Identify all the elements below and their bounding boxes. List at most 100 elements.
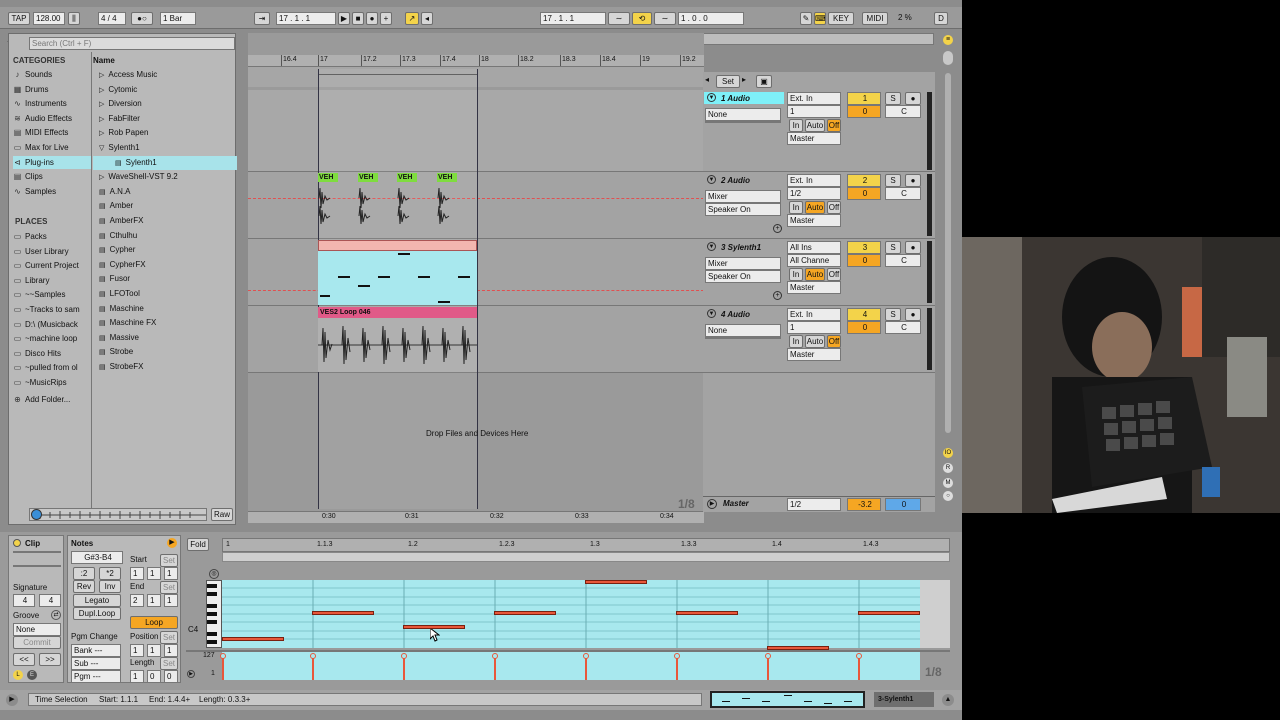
place-item[interactable]: ▭ ~pulled from ol <box>13 361 91 374</box>
category-drums[interactable]: ▦ Drums <box>13 83 91 96</box>
position-sixteenth[interactable]: 1 <box>164 644 178 657</box>
track-fold-icon[interactable]: ▼ <box>707 93 716 102</box>
place-item[interactable]: ▭ ~machine loop <box>13 332 91 345</box>
place-item[interactable]: ▭ Packs <box>13 230 91 243</box>
position-beat[interactable]: 1 <box>147 644 161 657</box>
length-set-button[interactable]: Set <box>160 657 178 670</box>
master-fold-icon[interactable]: ▶ <box>707 499 717 509</box>
add-folder-button[interactable]: ⊕ Add Folder... <box>13 393 91 406</box>
monitor-off-button[interactable]: Off <box>827 119 841 132</box>
velocity-lane[interactable] <box>222 652 920 680</box>
pan-field[interactable]: C <box>885 254 921 267</box>
track-activator[interactable]: 2 <box>847 174 881 187</box>
velocity-stem[interactable] <box>767 656 769 680</box>
midi-note[interactable] <box>494 611 556 615</box>
vertical-scrollbar[interactable]: ≡ IO R M ○ <box>941 33 955 503</box>
launch-toggle-icon[interactable]: L <box>13 670 23 680</box>
audio-clip-waveform[interactable] <box>437 184 457 225</box>
start-bar[interactable]: 1 <box>130 567 144 580</box>
solo-button[interactable]: S <box>885 308 901 321</box>
midi-note[interactable] <box>403 625 465 629</box>
selected-track-display[interactable]: 3-Sylenth1 <box>874 692 934 707</box>
beat-ruler[interactable]: 16.4 17 17.2 17.3 17.4 18 18.2 18.3 18.4 19 19.2 <box>248 55 704 67</box>
punch-out-icon[interactable]: ∼ <box>654 12 676 25</box>
input-type-dropdown[interactable]: Ext. In <box>787 92 841 105</box>
browser-item[interactable]: ▤ LFOTool <box>93 287 237 301</box>
add-device-icon[interactable]: + <box>773 224 782 233</box>
invert-button[interactable]: Inv <box>99 580 121 593</box>
midi-note[interactable] <box>585 580 647 584</box>
solo-button[interactable]: S <box>885 241 901 254</box>
place-item[interactable]: ▭ ~~Samples <box>13 288 91 301</box>
browser-item[interactable]: ▤ Amber <box>93 199 237 213</box>
input-type-dropdown[interactable]: All Ins <box>787 241 841 254</box>
midi-clip-body[interactable] <box>318 251 477 305</box>
groove-hot-swap-icon[interactable]: ⇄ <box>51 610 61 620</box>
arm-button[interactable]: ● <box>905 308 921 321</box>
browser-item[interactable]: ▤ Strobe <box>93 345 237 359</box>
monitor-off-button[interactable]: Off <box>827 201 841 214</box>
loop-marker-icon[interactable]: ◎ <box>209 569 219 579</box>
track-monitor-dropdown[interactable]: Speaker On <box>705 270 781 283</box>
preview-icon[interactable] <box>31 509 42 520</box>
loop-start-field[interactable]: 17 . 1 . 1 <box>540 12 606 25</box>
track-monitor-dropdown[interactable]: Speaker On <box>705 203 781 216</box>
place-item[interactable]: ▭ ~MusicRips <box>13 376 91 389</box>
monitor-auto-button[interactable]: Auto <box>805 119 825 132</box>
track-sub-dropdown[interactable]: None <box>705 108 781 121</box>
velocity-stem[interactable] <box>403 656 405 680</box>
loop-length-field[interactable]: 1 . 0 . 0 <box>678 12 744 25</box>
bank-field[interactable]: Bank --- <box>71 644 121 657</box>
clip-activator-icon[interactable] <box>13 539 21 547</box>
place-item[interactable]: ▭ D:\ (Musicback <box>13 318 91 331</box>
signature-denominator[interactable]: 4 <box>39 594 61 607</box>
place-item[interactable]: ▭ Disco Hits <box>13 347 91 360</box>
monitor-in-button[interactable]: In <box>789 268 803 281</box>
clip-name-field[interactable] <box>13 551 61 553</box>
velocity-handle[interactable] <box>674 653 680 659</box>
loop-toggle-icon[interactable]: ⟲ <box>632 12 652 25</box>
browser-item[interactable]: ▷ WaveShell-VST 9.2 <box>93 170 237 184</box>
solo-button[interactable]: S <box>885 92 901 105</box>
velocity-stem[interactable] <box>676 656 678 680</box>
midi-note[interactable] <box>222 637 284 641</box>
key-map-button[interactable]: KEY <box>828 12 854 25</box>
position-field[interactable]: 17 . 1 . 1 <box>276 12 336 25</box>
track-fold-icon[interactable]: ▼ <box>707 175 716 184</box>
groove-dropdown[interactable]: None <box>13 623 61 636</box>
midi-note[interactable] <box>312 611 374 615</box>
input-channel-dropdown[interactable]: 1 <box>787 321 841 334</box>
audio-clip-waveform[interactable] <box>318 184 338 225</box>
audio-clip-waveform[interactable] <box>397 184 417 225</box>
master-pan[interactable]: 0 <box>885 498 921 511</box>
duplicate-loop-button[interactable]: Dupl.Loop <box>73 607 121 620</box>
output-dropdown[interactable]: Master <box>787 132 841 145</box>
nudge-forward-icon[interactable]: >> <box>39 653 61 666</box>
output-dropdown[interactable]: Master <box>787 348 841 361</box>
pgm-field[interactable]: Pgm --- <box>71 670 121 683</box>
clip-overview-thumbnail[interactable] <box>710 691 865 708</box>
end-set-button[interactable]: Set <box>160 581 178 594</box>
velocity-handle[interactable] <box>492 653 498 659</box>
detail-view-toggle-icon[interactable]: ▲ <box>942 694 954 706</box>
track-sub-dropdown[interactable]: Mixer <box>705 190 781 203</box>
next-locator-icon[interactable]: ▸ <box>742 75 754 85</box>
browser-item[interactable]: ▤ StrobeFX <box>93 360 237 374</box>
stop-icon[interactable]: ■ <box>352 12 364 25</box>
browser-item[interactable]: ▤ Massive <box>93 331 237 345</box>
place-item[interactable]: ▭ User Library <box>13 245 91 258</box>
length-beat[interactable]: 0 <box>147 670 161 683</box>
fold-button[interactable]: Fold <box>187 538 209 551</box>
category-samples[interactable]: ∿ Samples <box>13 185 91 198</box>
place-item[interactable]: ▭ Current Project <box>13 259 91 272</box>
volume-field[interactable]: 0 <box>847 321 881 334</box>
length-bar[interactable]: 1 <box>130 670 144 683</box>
browser-item[interactable]: ▷ Diversion <box>93 97 237 111</box>
start-set-button[interactable]: Set <box>160 554 178 567</box>
output-dropdown[interactable]: Master <box>787 281 841 294</box>
monitor-auto-button[interactable]: Auto <box>805 268 825 281</box>
tempo-field[interactable]: 128.00 <box>33 12 65 25</box>
position-bar[interactable]: 1 <box>130 644 144 657</box>
track-sub-dropdown[interactable]: None <box>705 324 781 337</box>
category-clips[interactable]: ▤ Clips <box>13 170 91 183</box>
